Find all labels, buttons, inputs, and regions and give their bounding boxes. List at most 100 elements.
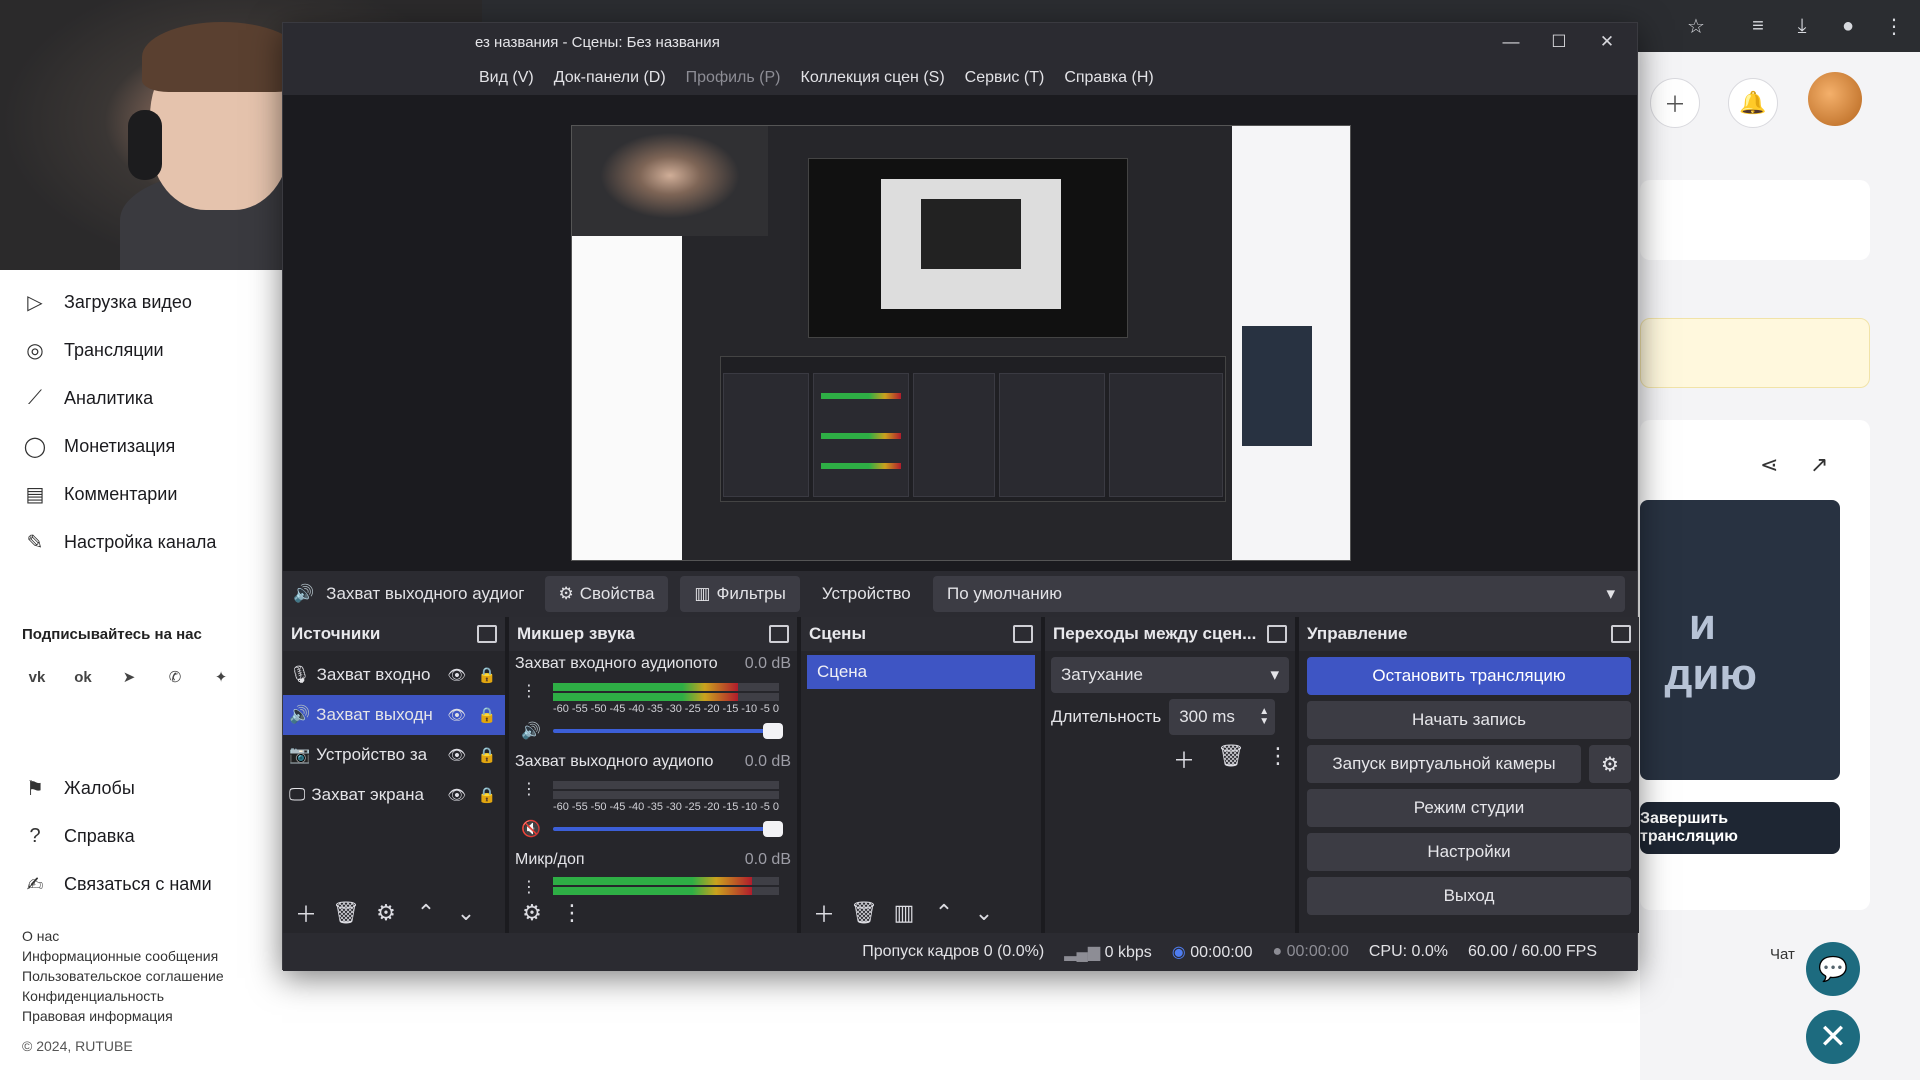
- duration-input[interactable]: 300 ms ▲ ▼: [1169, 699, 1276, 735]
- share-icon[interactable]: ⋖: [1760, 452, 1778, 478]
- footer-link[interactable]: Конфиденциальность: [22, 986, 224, 1006]
- sidebar-item-help[interactable]: ? Справка: [22, 820, 134, 852]
- device-select[interactable]: По умолчанию ▾: [933, 576, 1625, 612]
- menu-tools[interactable]: Сервис (T): [965, 69, 1045, 87]
- meter-tick: -45: [609, 703, 626, 715]
- preview-meter: [821, 463, 901, 469]
- undock-icon[interactable]: [477, 625, 497, 643]
- more-icon[interactable]: ⋮: [1880, 12, 1908, 40]
- bitrate: ▂▄▆ 0 kbps: [1064, 942, 1152, 962]
- avatar[interactable]: [1808, 72, 1862, 126]
- playlist-icon[interactable]: ≡: [1744, 12, 1772, 40]
- telegram-icon[interactable]: ➤: [114, 662, 144, 692]
- menu-view[interactable]: Вид (V): [479, 69, 534, 87]
- start-virtual-camera-button[interactable]: Запуск виртуальной камеры: [1307, 745, 1581, 783]
- slider-handle[interactable]: [763, 723, 783, 739]
- end-stream-button[interactable]: Завершить трансляцию: [1640, 802, 1840, 854]
- muted-icon[interactable]: 🔇: [521, 819, 541, 839]
- lock-icon[interactable]: 🔒: [475, 786, 499, 804]
- more-icon[interactable]: ⋮: [1267, 743, 1289, 775]
- maximize-icon[interactable]: ☐: [1539, 29, 1579, 55]
- sidebar-item-upload[interactable]: ▷ Загрузка видео: [22, 286, 192, 318]
- add-icon[interactable]: ＋: [1173, 743, 1195, 775]
- sidebar-item-comments[interactable]: ▤ Комментарии: [22, 478, 178, 510]
- menu-scene-collection[interactable]: Коллекция сцен (S): [801, 69, 945, 87]
- channel-db: 0.0 dB: [744, 851, 791, 868]
- sidebar-item-monetization[interactable]: ◯ Монетизация: [22, 430, 175, 462]
- slider-handle[interactable]: [763, 821, 783, 837]
- bell-icon[interactable]: 🔔: [1728, 78, 1778, 128]
- channel-menu-icon[interactable]: ⋮: [521, 681, 537, 701]
- add-icon[interactable]: ＋: [291, 897, 321, 929]
- download-icon[interactable]: ⤓: [1788, 12, 1816, 40]
- undock-icon[interactable]: [1267, 625, 1287, 643]
- chevron-down-icon[interactable]: ⌄: [969, 900, 999, 926]
- viber-icon[interactable]: ✆: [160, 662, 190, 692]
- footer-link[interactable]: О нас: [22, 926, 224, 946]
- trash-icon[interactable]: 🗑: [849, 900, 879, 926]
- gear-icon[interactable]: ⚙: [517, 900, 547, 926]
- minimize-icon[interactable]: —: [1491, 29, 1531, 55]
- footer-link[interactable]: Пользовательское соглашение: [22, 966, 224, 986]
- stop-streaming-button[interactable]: Остановить трансляцию: [1307, 657, 1631, 695]
- undock-icon[interactable]: [1611, 625, 1631, 643]
- spinner-icon[interactable]: ▲ ▼: [1259, 707, 1269, 727]
- menu-docks[interactable]: Док-панели (D): [554, 69, 666, 87]
- star-icon[interactable]: ☆: [1682, 12, 1710, 40]
- gear-icon[interactable]: ⚙: [371, 900, 401, 926]
- sidebar-item-broadcasts[interactable]: ◎ Трансляции: [22, 334, 163, 366]
- more-icon[interactable]: ⋮: [557, 900, 587, 926]
- add-icon[interactable]: ＋: [809, 897, 839, 929]
- trash-icon[interactable]: 🗑: [331, 900, 361, 926]
- sidebar-item-complaints[interactable]: ⚑ Жалобы: [22, 772, 135, 804]
- source-item[interactable]: 🎙 Захват входно 👁 🔒: [283, 655, 505, 695]
- preview-area[interactable]: [283, 95, 1637, 571]
- eye-icon[interactable]: 👁: [445, 706, 469, 724]
- undock-icon[interactable]: [769, 625, 789, 643]
- studio-mode-button[interactable]: Режим студии: [1307, 789, 1631, 827]
- transition-select[interactable]: Затухание ▾: [1051, 657, 1289, 693]
- eye-icon[interactable]: 👁: [445, 666, 469, 684]
- eye-icon[interactable]: 👁: [445, 786, 469, 804]
- trash-icon[interactable]: 🗑: [1217, 743, 1245, 775]
- volume-slider[interactable]: [553, 723, 783, 739]
- source-item[interactable]: 🔊 Захват выходн 👁 🔒: [283, 695, 505, 735]
- chevron-up-icon[interactable]: ⌃: [929, 900, 959, 926]
- sidebar-item-contact[interactable]: ✍ Связаться с нами: [22, 868, 212, 900]
- add-content-icon[interactable]: ＋: [1650, 78, 1700, 128]
- volume-slider[interactable]: [553, 821, 783, 837]
- exit-button[interactable]: Выход: [1307, 877, 1631, 915]
- close-window-icon[interactable]: ✕: [1587, 29, 1627, 55]
- chat-icon[interactable]: 💬: [1806, 942, 1860, 996]
- undock-icon[interactable]: [1013, 625, 1033, 643]
- filters-button[interactable]: ▥ Фильтры: [680, 576, 800, 612]
- footer-link[interactable]: Правовая информация: [22, 1006, 224, 1026]
- footer-link[interactable]: Информационные сообщения: [22, 946, 224, 966]
- channel-menu-icon[interactable]: ⋮: [521, 779, 537, 799]
- lock-icon[interactable]: 🔒: [475, 746, 499, 764]
- source-item[interactable]: 🖵 Захват экрана 👁 🔒: [283, 775, 505, 815]
- menu-profile[interactable]: Профиль (P): [686, 69, 781, 87]
- profile-icon[interactable]: ●: [1834, 12, 1862, 40]
- source-item[interactable]: 📷 Устройство за 👁 🔒: [283, 735, 505, 775]
- start-recording-button[interactable]: Начать запись: [1307, 701, 1631, 739]
- properties-button[interactable]: ⚙ Свойства: [544, 576, 669, 612]
- close-icon[interactable]: ✕: [1806, 1010, 1860, 1064]
- volume-icon[interactable]: 🔊: [521, 721, 541, 741]
- eye-icon[interactable]: 👁: [445, 746, 469, 764]
- sidebar-item-analytics[interactable]: ⟋ Аналитика: [22, 382, 153, 414]
- chevron-up-icon[interactable]: ⌃: [411, 900, 441, 926]
- sparkle-icon[interactable]: ✦: [206, 662, 236, 692]
- sidebar-item-channel-settings[interactable]: ✎ Настройка канала: [22, 526, 217, 558]
- menu-help[interactable]: Справка (H): [1064, 69, 1153, 87]
- vk-icon[interactable]: vk: [22, 662, 52, 692]
- ok-icon[interactable]: ok: [68, 662, 98, 692]
- lock-icon[interactable]: 🔒: [475, 706, 499, 724]
- scene-item[interactable]: Сцена: [807, 655, 1035, 689]
- settings-button[interactable]: Настройки: [1307, 833, 1631, 871]
- gear-icon[interactable]: ⚙: [1589, 745, 1631, 783]
- external-link-icon[interactable]: ↗: [1810, 452, 1828, 478]
- lock-icon[interactable]: 🔒: [475, 666, 499, 684]
- filter-icon[interactable]: ▥: [889, 900, 919, 926]
- chevron-down-icon[interactable]: ⌄: [451, 900, 481, 926]
